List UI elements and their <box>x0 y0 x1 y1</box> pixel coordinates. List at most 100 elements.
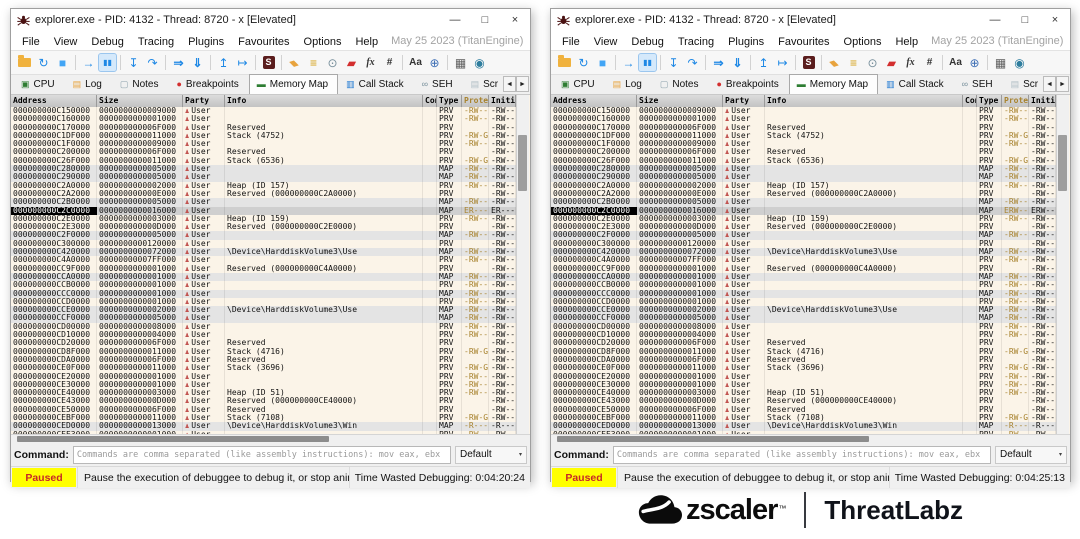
table-row[interactable]: 000000000C3000000000000000120000♟UserPRV… <box>11 240 516 248</box>
tab-notes[interactable]: ▢Notes <box>652 74 709 94</box>
table-row[interactable]: 000000000CCA00000000000000001000♟UserMAP… <box>11 273 516 281</box>
menu-plugins[interactable]: Plugins <box>181 36 231 48</box>
menu-file[interactable]: File <box>555 36 587 48</box>
column-header-address[interactable]: Address <box>11 95 97 107</box>
minimize-button[interactable]: — <box>980 9 1010 31</box>
table-row[interactable]: 000000000C170000000000000006F000♟UserRes… <box>11 124 516 132</box>
close-debuggee-icon[interactable]: ■ <box>54 54 71 71</box>
table-row[interactable]: 000000000C26F0000000000000011000♟UserSta… <box>11 157 516 165</box>
title-bar[interactable]: explorer.exe - PID: 4132 - Thread: 8720 … <box>551 9 1070 31</box>
table-row[interactable]: 000000000CD8F0000000000000011000♟UserSta… <box>551 348 1056 356</box>
animate-over-icon[interactable]: ⇓ <box>189 54 206 71</box>
execute-till-return-icon[interactable]: ↥ <box>215 54 232 71</box>
table-row[interactable]: 000000000C2F00000000000000005000♟UserMAP… <box>551 231 1056 239</box>
step-over-icon[interactable]: ↷ <box>144 54 161 71</box>
table-row[interactable]: 000000000C4200000000000000072000♟User\De… <box>551 248 1056 256</box>
table-row[interactable]: 000000000CD000000000000000008000♟UserPRV… <box>11 323 516 331</box>
restart-icon[interactable]: ↻ <box>575 54 592 71</box>
table-row[interactable]: 000000000CCF00000000000000005000♟UserMAP… <box>11 314 516 322</box>
table-row[interactable]: 000000000C2800000000000000005000♟UserMAP… <box>11 165 516 173</box>
table-row[interactable]: 000000000CE0F0000000000000011000♟UserSta… <box>11 364 516 372</box>
step-into-icon[interactable]: ↧ <box>665 54 682 71</box>
menu-debug[interactable]: Debug <box>624 36 670 48</box>
table-row[interactable]: 000000000C2B00000000000000005000♟UserMAP… <box>551 198 1056 206</box>
label-icon[interactable]: ⊙ <box>324 54 341 71</box>
table-row[interactable]: 000000000C2A2000000000000000E000♟UserRes… <box>11 190 516 198</box>
table-row[interactable]: 000000000C200000000000000006F000♟UserRes… <box>11 148 516 156</box>
table-row[interactable]: 000000000CE200000000000000001000♟UserPRV… <box>551 373 1056 381</box>
column-header-info[interactable]: Info <box>765 95 963 107</box>
table-row[interactable]: 000000000C1600000000000000001000♟UserPRV… <box>551 115 1056 123</box>
close-button[interactable]: × <box>500 9 530 31</box>
table-row[interactable]: 000000000CDA0000000000000006F000♟UserRes… <box>11 356 516 364</box>
table-row[interactable]: 000000000CDA0000000000000006F000♟UserRes… <box>551 356 1056 364</box>
table-row[interactable]: 000000000C2F00000000000000005000♟UserMAP… <box>11 231 516 239</box>
table-row[interactable]: 000000000CE0F0000000000000011000♟UserSta… <box>551 364 1056 372</box>
horizontal-scrollbar-thumb[interactable] <box>17 436 329 442</box>
table-row[interactable]: 000000000C2B00000000000000005000♟UserMAP… <box>11 198 516 206</box>
menu-options[interactable]: Options <box>837 36 889 48</box>
tab-scroll-left-button[interactable]: ◄ <box>1043 76 1056 92</box>
table-row[interactable]: 000000000C1500000000000000009000♟UserPRV… <box>11 107 516 115</box>
table-row[interactable]: 000000000C26F0000000000000011000♟UserSta… <box>551 157 1056 165</box>
maximize-button[interactable]: □ <box>1010 9 1040 31</box>
settings-globe-icon[interactable]: ◉ <box>1011 54 1028 71</box>
animate-into-icon[interactable]: ⇒ <box>710 54 727 71</box>
label-icon[interactable]: ⊙ <box>864 54 881 71</box>
column-header-size[interactable]: Size <box>637 95 723 107</box>
table-row[interactable]: 000000000C170000000000000006F000♟UserRes… <box>551 124 1056 132</box>
tab-memory-map[interactable]: ▬Memory Map <box>249 74 338 94</box>
table-row[interactable]: 000000000C2E00000000000000003000♟UserHea… <box>11 215 516 223</box>
open-file-icon[interactable] <box>16 54 33 71</box>
column-header-party[interactable]: Party <box>183 95 225 107</box>
table-row[interactable]: 000000000C1F00000000000000009000♟UserPRV… <box>11 140 516 148</box>
horizontal-scrollbar-thumb[interactable] <box>557 436 869 442</box>
table-row[interactable]: 000000000C2E3000000000000000D000♟UserRes… <box>11 223 516 231</box>
bookmark-icon[interactable]: ▰ <box>883 54 900 71</box>
command-input[interactable] <box>613 446 991 464</box>
tab-call-stack[interactable]: ▥Call Stack <box>878 74 954 94</box>
table-row[interactable]: 000000000CCA00000000000000001000♟UserMAP… <box>551 273 1056 281</box>
attach-icon[interactable]: ⊕ <box>426 54 443 71</box>
column-header-protec[interactable]: Protec <box>462 95 489 107</box>
table-row[interactable]: 000000000C1500000000000000009000♟UserPRV… <box>551 107 1056 115</box>
tab-scroll-right-button[interactable]: ► <box>516 76 529 92</box>
table-row[interactable]: 000000000CD100000000000000004000♟UserPRV… <box>11 331 516 339</box>
maximize-button[interactable]: □ <box>470 9 500 31</box>
column-header-info[interactable]: Info <box>225 95 423 107</box>
tab-breakpoints[interactable]: ●Breakpoints <box>168 74 248 94</box>
close-button[interactable]: × <box>1040 9 1070 31</box>
menu-help[interactable]: Help <box>888 36 925 48</box>
table-row[interactable]: 000000000C3000000000000000120000♟UserPRV… <box>551 240 1056 248</box>
tab-seh[interactable]: ∞SEH <box>954 74 1003 94</box>
table-row[interactable]: 000000000CE300000000000000001000♟UserPRV… <box>551 381 1056 389</box>
vertical-scrollbar[interactable] <box>1056 95 1069 434</box>
tab-breakpoints[interactable]: ●Breakpoints <box>708 74 788 94</box>
table-row-selected[interactable]: 000000000C2C00000000000000016000♟UserMAP… <box>551 207 1056 215</box>
table-row[interactable]: 000000000CD100000000000000004000♟UserPRV… <box>551 331 1056 339</box>
seatbelt-icon[interactable]: S <box>260 54 277 71</box>
table-row[interactable]: 000000000CE43000000000000000D000♟UserRes… <box>11 397 516 405</box>
table-row[interactable]: 000000000C2900000000000000005000♟UserMAP… <box>11 173 516 181</box>
table-row[interactable]: 000000000CE400000000000000003000♟UserHea… <box>551 389 1056 397</box>
table-row[interactable]: 000000000C2A00000000000000002000♟UserHea… <box>11 182 516 190</box>
run-to-user-code-icon[interactable]: ↦ <box>774 54 791 71</box>
title-bar[interactable]: explorer.exe - PID: 4132 - Thread: 8720 … <box>11 9 530 31</box>
table-row[interactable]: 000000000CC9F0000000000000001000♟UserRes… <box>11 265 516 273</box>
table-row[interactable]: 000000000C1600000000000000001000♟UserPRV… <box>11 115 516 123</box>
menu-view[interactable]: View <box>587 36 625 48</box>
table-row[interactable]: 000000000CCD00000000000000001000♟UserPRV… <box>551 298 1056 306</box>
table-row[interactable]: 000000000C2A00000000000000002000♟UserHea… <box>551 182 1056 190</box>
menu-view[interactable]: View <box>47 36 85 48</box>
tab-call-stack[interactable]: ▥Call Stack <box>338 74 414 94</box>
table-row-selected[interactable]: 000000000C2C00000000000000016000♟UserMAP… <box>11 207 516 215</box>
font-case-icon[interactable]: Aa <box>947 54 964 71</box>
patches-icon[interactable]: ▰ <box>826 54 843 71</box>
table-row[interactable]: 000000000CCB00000000000000001000♟UserPRV… <box>11 281 516 289</box>
tab-notes[interactable]: ▢Notes <box>112 74 169 94</box>
vertical-scrollbar-thumb[interactable] <box>518 135 527 191</box>
step-over-icon[interactable]: ↷ <box>684 54 701 71</box>
table-row[interactable]: 000000000C4A000000000000007FF000♟UserPRV… <box>551 256 1056 264</box>
tab-cpu[interactable]: ▣CPU <box>553 74 605 94</box>
command-profile-dropdown[interactable]: Default ▾ <box>455 446 527 464</box>
